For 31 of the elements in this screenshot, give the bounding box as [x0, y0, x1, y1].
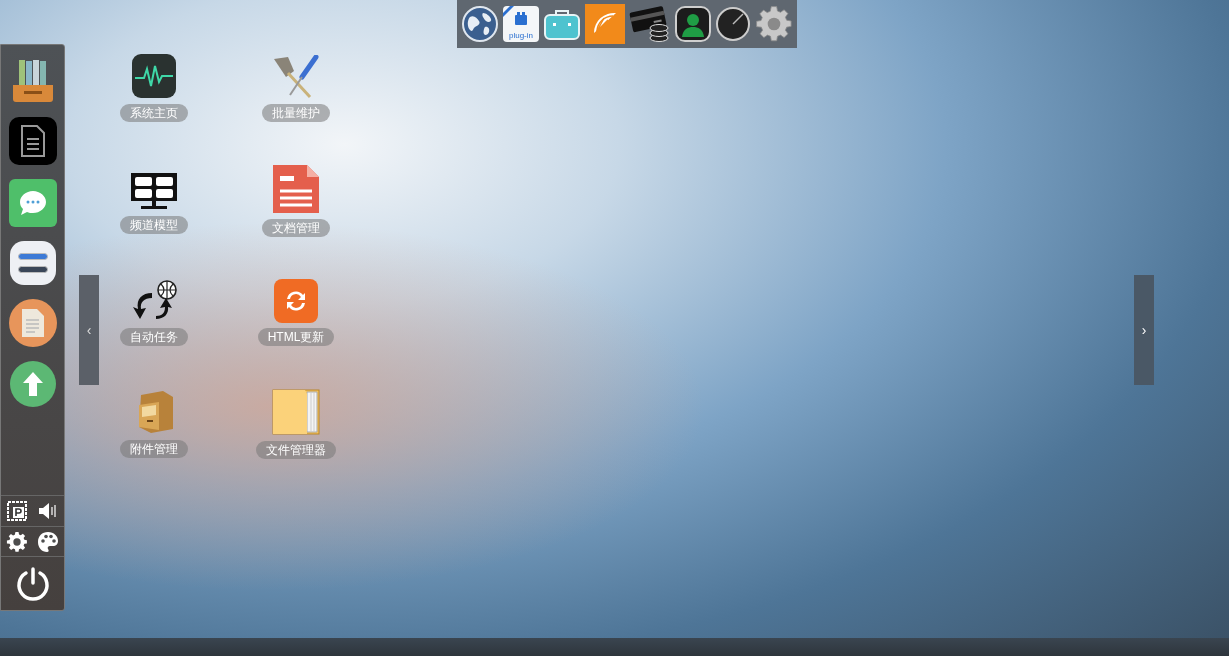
document-icon[interactable]: [272, 164, 320, 214]
card-and-coins-icon[interactable]: [629, 5, 671, 43]
plugin-tile[interactable]: plug-in: [503, 6, 539, 42]
desktop-icon-label[interactable]: 批量维护: [262, 104, 330, 122]
desktop-icon-label[interactable]: 自动任务: [120, 328, 188, 346]
power-icon[interactable]: [14, 565, 51, 602]
broom-and-screwdriver-icon[interactable]: [272, 55, 320, 99]
desktop-icon-label[interactable]: 文件管理器: [256, 441, 336, 459]
desktop-icon-label[interactable]: 文档管理: [262, 219, 330, 237]
refresh-icon[interactable]: [274, 279, 318, 323]
desktop-icon-label[interactable]: HTML更新: [257, 328, 335, 346]
settings-icon[interactable]: [5, 530, 28, 553]
parking-sign-icon[interactable]: [6, 501, 27, 521]
previous-page-button[interactable]: ‹: [79, 275, 99, 385]
activity-monitor-icon[interactable]: [131, 53, 177, 99]
plugin-label: plug-in: [509, 32, 533, 40]
toolbox-icon[interactable]: [543, 7, 581, 41]
note-icon[interactable]: [8, 299, 57, 347]
globe-icon[interactable]: [461, 5, 499, 43]
toggles-icon[interactable]: [9, 241, 56, 285]
desktop-icon-label[interactable]: 系统主页: [120, 104, 188, 122]
upload-icon[interactable]: [9, 361, 56, 407]
volume-icon[interactable]: [38, 502, 59, 520]
document-app-icon[interactable]: [8, 117, 57, 165]
desktop-icon-label[interactable]: 频道模型: [120, 216, 188, 234]
user-icon[interactable]: [675, 6, 711, 42]
monitor-grid-icon[interactable]: [129, 171, 179, 211]
palette-icon[interactable]: [37, 530, 60, 553]
chat-icon[interactable]: [8, 179, 57, 227]
desktop-icon-label[interactable]: 附件管理: [120, 440, 188, 458]
next-page-button[interactable]: ›: [1134, 275, 1154, 385]
